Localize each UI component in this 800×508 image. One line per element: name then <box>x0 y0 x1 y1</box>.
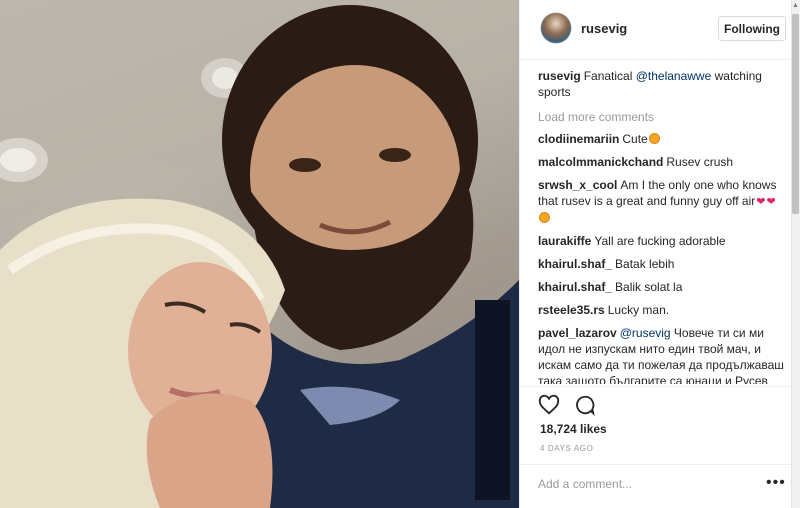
comment-username[interactable]: khairul.shaf_ <box>538 257 612 271</box>
comment: khairul.shaf_ Balik solat la <box>538 279 786 295</box>
caption-text-before: Fanatical <box>583 69 636 83</box>
comment-username[interactable]: malcolmmanickchand <box>538 155 663 169</box>
divider <box>520 386 792 387</box>
comment-username[interactable]: srwsh_x_cool <box>538 178 617 192</box>
comment-text: Cute <box>622 132 648 146</box>
comment-text: Balik solat la <box>615 280 683 294</box>
add-comment-input[interactable] <box>538 474 748 494</box>
comment: malcolmmanickchand Rusev crush <box>538 154 786 170</box>
ellipsis-icon[interactable]: ••• <box>766 475 786 491</box>
comment-username[interactable]: pavel_lazarov <box>538 326 617 340</box>
likes-count[interactable]: 18,724 likes <box>540 422 607 436</box>
comment-username[interactable]: laurakiffe <box>538 234 591 248</box>
post-username[interactable]: rusevig <box>581 21 627 36</box>
post-header: rusevig Following <box>520 0 792 60</box>
comment: laurakiffe Yall are fucking adorable <box>538 233 786 249</box>
heart-emoji-icon: ❤ <box>766 196 776 208</box>
comments-list[interactable]: rusevig Fanatical @thelanawwe watching sp… <box>538 68 786 384</box>
comment-mention[interactable]: @rusevig <box>620 326 671 340</box>
following-button[interactable]: Following <box>718 16 786 41</box>
comment: clodiinemariin Cute <box>538 131 786 147</box>
post-photo-illustration <box>0 5 519 508</box>
avatar[interactable] <box>540 12 572 44</box>
comment-username[interactable]: clodiinemariin <box>538 132 619 146</box>
post-actions <box>538 394 596 418</box>
post-photo[interactable] <box>0 0 519 508</box>
divider <box>520 464 792 465</box>
comment: pavel_lazarov @rusevig Човече ти си ми ид… <box>538 325 786 384</box>
comment-bubble-icon[interactable] <box>574 394 596 418</box>
comment: khairul.shaf_ Batak lebih <box>538 256 786 272</box>
comment-text: Yall are fucking adorable <box>594 234 726 248</box>
caption-mention[interactable]: @thelanawwe <box>636 69 712 83</box>
comment: rsteele35.rs Lucky man. <box>538 302 786 318</box>
comment: srwsh_x_cool Am I the only one who knows … <box>538 177 786 226</box>
caption: rusevig Fanatical @thelanawwe watching sp… <box>538 68 786 100</box>
caption-username[interactable]: rusevig <box>538 69 581 83</box>
heart-emoji-icon: ❤ <box>756 196 766 208</box>
comment-username[interactable]: khairul.shaf_ <box>538 280 612 294</box>
comment-username[interactable]: rsteele35.rs <box>538 303 605 317</box>
post-sidebar: rusevig Following rusevig Fanatical @thel… <box>519 0 792 508</box>
like-heart-icon[interactable] <box>538 394 560 418</box>
scrollbar-thumb[interactable] <box>792 14 799 214</box>
smiling-face-emoji-icon <box>648 133 660 144</box>
post-timestamp[interactable]: 4 DAYS AGO <box>540 444 593 453</box>
kiss-face-emoji-icon <box>539 212 550 223</box>
comment-text: Rusev crush <box>666 155 734 169</box>
scroll-up-arrow-icon[interactable]: ▲ <box>792 2 799 9</box>
comment-text: Batak lebih <box>615 257 675 271</box>
comment-text: Lucky man. <box>607 303 670 317</box>
load-more-comments-link[interactable]: Load more comments <box>538 109 786 125</box>
